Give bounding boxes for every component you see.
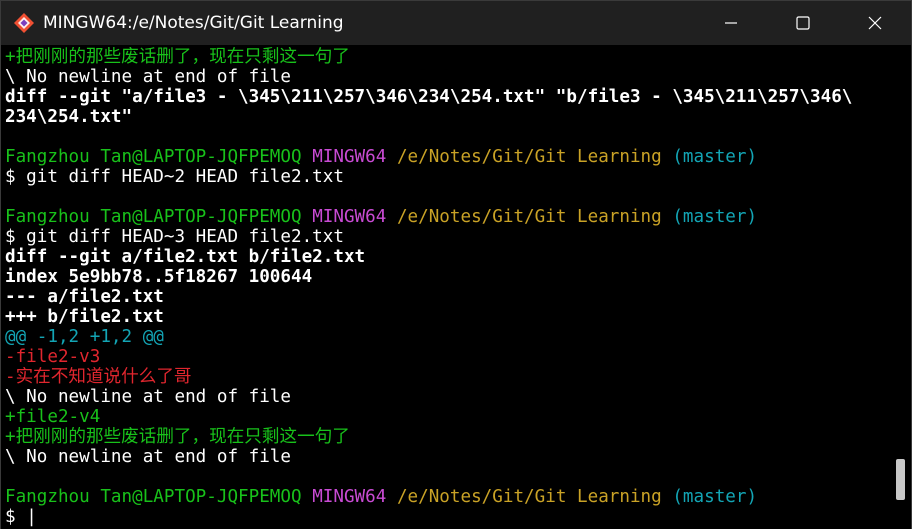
git-diamond-icon	[14, 13, 34, 33]
terminal-line: \ No newline at end of file	[5, 447, 889, 467]
title-bar[interactable]: MINGW64:/e/Notes/Git/Git Learning	[1, 1, 911, 45]
terminal-text-segment: $ git diff HEAD~3 HEAD file2.txt	[5, 227, 344, 247]
terminal-text-segment: /e/Notes/Git/Git Learning	[396, 487, 673, 507]
terminal-text-segment: 234\254.txt"	[5, 107, 133, 127]
terminal-line: +把刚刚的那些废话删了，现在只剩这一句了	[5, 47, 889, 67]
vertical-scrollbar[interactable]	[889, 45, 911, 529]
terminal-text-segment: @@ -1,2 +1,2 @@	[5, 327, 164, 347]
terminal-lines: +把刚刚的那些废话删了，现在只剩这一句了 \ No newline at end …	[5, 47, 889, 527]
terminal-line: Fangzhou Tan@LAPTOP-JQFPEMOQ MINGW64 /e/…	[5, 487, 889, 507]
terminal-line: $ git diff HEAD~3 HEAD file2.txt	[5, 227, 889, 247]
terminal-line: -file2-v3	[5, 347, 889, 367]
text-cursor: |	[26, 507, 37, 527]
terminal-line: diff --git "a/file3 - \345\211\257\346\2…	[5, 87, 889, 107]
terminal-text-segment: -file2-v3	[5, 347, 101, 367]
terminal-text-segment: Fangzhou Tan@LAPTOP-JQFPEMOQ	[5, 207, 313, 227]
close-button[interactable]	[839, 1, 911, 45]
terminal-text-segment: (master)	[672, 487, 758, 507]
terminal-line: Fangzhou Tan@LAPTOP-JQFPEMOQ MINGW64 /e/…	[5, 147, 889, 167]
window-controls	[695, 1, 911, 45]
terminal-text-segment: (master)	[672, 207, 758, 227]
terminal-window: MINGW64:/e/Notes/Git/Git Learning +把刚刚的那…	[0, 0, 912, 529]
terminal-text-segment: /e/Notes/Git/Git Learning	[396, 147, 673, 167]
terminal-line: \ No newline at end of file	[5, 67, 889, 87]
terminal-line: --- a/file2.txt	[5, 287, 889, 307]
minimize-button[interactable]	[695, 1, 767, 45]
terminal-line: @@ -1,2 +1,2 @@	[5, 327, 889, 347]
terminal-line: diff --git a/file2.txt b/file2.txt	[5, 247, 889, 267]
minimize-icon	[725, 22, 737, 24]
terminal-line: Fangzhou Tan@LAPTOP-JQFPEMOQ MINGW64 /e/…	[5, 207, 889, 227]
terminal-text-segment: +把刚刚的那些废话删了，现在只剩这一句了	[5, 47, 350, 67]
terminal-text-segment: \ No newline at end of file	[5, 67, 291, 87]
close-icon	[868, 16, 882, 30]
terminal-text-segment: MINGW64	[312, 147, 397, 167]
terminal-text-segment: \ No newline at end of file	[5, 447, 291, 467]
terminal-line: $ |	[5, 507, 889, 527]
terminal-line: -实在不知道说什么了哥	[5, 367, 889, 387]
terminal-output[interactable]: +把刚刚的那些废话删了，现在只剩这一句了 \ No newline at end …	[1, 45, 889, 529]
terminal-line: \ No newline at end of file	[5, 387, 889, 407]
terminal-text-segment: diff --git a/file2.txt b/file2.txt	[5, 247, 366, 267]
terminal-text-segment: -实在不知道说什么了哥	[5, 367, 192, 387]
terminal-text-segment: MINGW64	[312, 207, 397, 227]
terminal-text-segment: index 5e9bb78..5f18267 100644	[5, 267, 313, 287]
terminal-text-segment: +file2-v4	[5, 407, 101, 427]
terminal-line: +++ b/file2.txt	[5, 307, 889, 327]
terminal-text-segment: +++ b/file2.txt	[5, 307, 164, 327]
terminal-text-segment: $	[5, 507, 27, 527]
maximize-icon	[796, 16, 810, 30]
terminal-text-segment: --- a/file2.txt	[5, 287, 164, 307]
terminal-line: +file2-v4	[5, 407, 889, 427]
terminal-line: index 5e9bb78..5f18267 100644	[5, 267, 889, 287]
terminal-line: +把刚刚的那些废话删了，现在只剩这一句了	[5, 427, 889, 447]
terminal-text-segment: /e/Notes/Git/Git Learning	[396, 207, 673, 227]
window-title: MINGW64:/e/Notes/Git/Git Learning	[43, 13, 344, 33]
terminal-text-segment: (master)	[672, 147, 758, 167]
terminal-text-segment: +把刚刚的那些废话删了，现在只剩这一句了	[5, 427, 350, 447]
terminal-text-segment: Fangzhou Tan@LAPTOP-JQFPEMOQ	[5, 487, 313, 507]
maximize-button[interactable]	[767, 1, 839, 45]
terminal-line: $ git diff HEAD~2 HEAD file2.txt	[5, 167, 889, 187]
terminal-text-segment: $ git diff HEAD~2 HEAD file2.txt	[5, 167, 344, 187]
terminal-text-segment: \ No newline at end of file	[5, 387, 291, 407]
terminal-text-segment: diff --git "a/file3 - \345\211\257\346\2…	[5, 87, 853, 107]
terminal-text-segment: Fangzhou Tan@LAPTOP-JQFPEMOQ	[5, 147, 313, 167]
terminal-line: 234\254.txt"	[5, 107, 889, 127]
terminal-text-segment: MINGW64	[312, 487, 397, 507]
scrollbar-thumb[interactable]	[896, 459, 905, 500]
